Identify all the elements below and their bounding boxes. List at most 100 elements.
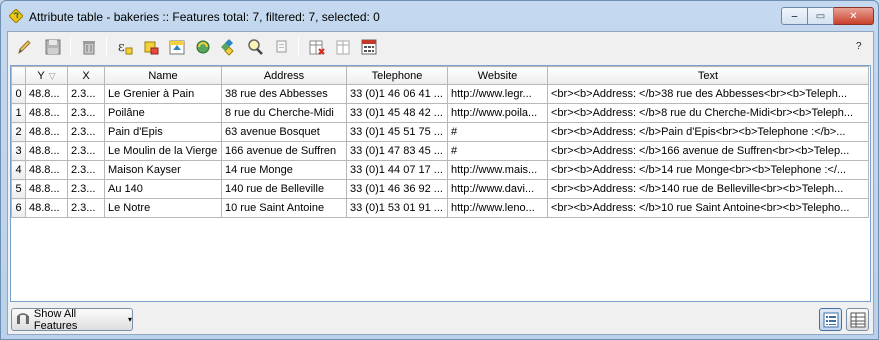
cell-text[interactable]: <br><b>Address: </b>38 rue des Abbesses<… bbox=[547, 84, 869, 104]
cell-y[interactable]: 48.8... bbox=[25, 103, 68, 123]
table-row[interactable]: 1 48.8... 2.3... Poilâne 8 rue du Cherche-Mi… bbox=[11, 103, 869, 123]
cell-text[interactable]: <br><b>Address: </b>166 avenue de Suffre… bbox=[547, 141, 869, 161]
chevron-down-icon: ▾ bbox=[127, 315, 132, 324]
cell-website[interactable]: http://www.leno... bbox=[447, 198, 548, 218]
feature-filter-dropdown[interactable]: Show All Features ▾ bbox=[11, 308, 133, 332]
cell-y[interactable]: 48.8... bbox=[25, 84, 68, 104]
cell-y[interactable]: 48.8... bbox=[25, 141, 68, 161]
invert-selection-button[interactable] bbox=[191, 35, 215, 59]
cell-website[interactable]: # bbox=[447, 122, 548, 142]
column-header-website[interactable]: Website bbox=[447, 66, 548, 85]
close-button[interactable]: ✕ bbox=[834, 7, 874, 25]
cell-telephone[interactable]: 33 (0)1 47 83 45 ... bbox=[346, 141, 448, 161]
cell-name[interactable]: Maison Kayser bbox=[104, 160, 222, 180]
table-row[interactable]: 2 48.8... 2.3... Pain d'Epis 63 avenue Bosqu… bbox=[11, 122, 869, 142]
maximize-button[interactable]: ▭ bbox=[808, 7, 834, 25]
table-row[interactable]: 4 48.8... 2.3... Maison Kayser 14 rue Monge 3… bbox=[11, 160, 869, 180]
row-header[interactable]: 4 bbox=[11, 160, 26, 180]
corner-cell[interactable] bbox=[11, 66, 26, 85]
field-calculator-button[interactable] bbox=[357, 35, 381, 59]
cell-address[interactable]: 10 rue Saint Antoine bbox=[221, 198, 347, 218]
delete-selected-button[interactable] bbox=[77, 35, 101, 59]
copy-rows-button[interactable] bbox=[269, 35, 293, 59]
table-row[interactable]: 3 48.8... 2.3... Le Moulin de la Vierge 166 … bbox=[11, 141, 869, 161]
column-header-x[interactable]: X bbox=[67, 66, 105, 85]
row-header[interactable]: 1 bbox=[11, 103, 26, 123]
close-icon: ✕ bbox=[849, 10, 858, 22]
delete-column-button[interactable] bbox=[305, 35, 329, 59]
cell-x[interactable]: 2.3... bbox=[67, 84, 105, 104]
table-row[interactable]: 6 48.8... 2.3... Le Notre 10 rue Saint Antoi… bbox=[11, 198, 869, 218]
toolbar-separator bbox=[70, 37, 71, 57]
cell-text[interactable]: <br><b>Address: </b>Pain d'Epis<br><b>Te… bbox=[547, 122, 869, 142]
row-header[interactable]: 6 bbox=[11, 198, 26, 218]
cell-address[interactable]: 140 rue de Belleville bbox=[221, 179, 347, 199]
cell-telephone[interactable]: 33 (0)1 46 36 92 ... bbox=[346, 179, 448, 199]
toggle-editing-button[interactable] bbox=[12, 35, 36, 59]
move-selection-top-icon bbox=[169, 40, 185, 55]
cell-address[interactable]: 8 rue du Cherche-Midi bbox=[221, 103, 347, 123]
table-view-icon bbox=[850, 312, 865, 327]
column-header-name[interactable]: Name bbox=[104, 66, 222, 85]
cell-website[interactable]: http://www.mais... bbox=[447, 160, 548, 180]
minimize-button[interactable]: ‒ bbox=[781, 7, 808, 25]
column-header-y[interactable]: Y ▽ bbox=[25, 66, 68, 85]
cell-telephone[interactable]: 33 (0)1 53 01 91 ... bbox=[346, 198, 448, 218]
cell-telephone[interactable]: 33 (0)1 45 48 42 ... bbox=[346, 103, 448, 123]
cell-name[interactable]: Le Grenier à Pain bbox=[104, 84, 222, 104]
new-column-icon bbox=[336, 40, 350, 55]
table-row[interactable]: 0 48.8... 2.3... Le Grenier à Pain 38 rue de… bbox=[11, 84, 869, 104]
cell-x[interactable]: 2.3... bbox=[67, 198, 105, 218]
new-column-button[interactable] bbox=[331, 35, 355, 59]
column-header-address[interactable]: Address bbox=[221, 66, 347, 85]
cell-telephone[interactable]: 33 (0)1 46 06 41 ... bbox=[346, 84, 448, 104]
select-by-expression-button[interactable]: ε bbox=[113, 35, 137, 59]
attribute-table[interactable]: Y ▽ X Name Address Telephone Website Text… bbox=[10, 65, 871, 302]
form-view-button[interactable] bbox=[819, 308, 842, 331]
cell-address[interactable]: 63 avenue Bosquet bbox=[221, 122, 347, 142]
help-button[interactable]: ? bbox=[856, 41, 862, 52]
cell-address[interactable]: 14 rue Monge bbox=[221, 160, 347, 180]
table-view-button[interactable] bbox=[846, 308, 869, 331]
cell-name[interactable]: Pain d'Epis bbox=[104, 122, 222, 142]
cell-text[interactable]: <br><b>Address: </b>14 rue Monge<br><b>T… bbox=[547, 160, 869, 180]
bottom-bar: Show All Features ▾ bbox=[8, 305, 873, 335]
row-header[interactable]: 0 bbox=[11, 84, 26, 104]
cell-website[interactable]: http://www.poila... bbox=[447, 103, 548, 123]
cell-y[interactable]: 48.8... bbox=[25, 179, 68, 199]
cell-website[interactable]: http://www.legr... bbox=[447, 84, 548, 104]
cell-y[interactable]: 48.8... bbox=[25, 122, 68, 142]
cell-text[interactable]: <br><b>Address: </b>8 rue du Cherche-Mid… bbox=[547, 103, 869, 123]
row-header[interactable]: 2 bbox=[11, 122, 26, 142]
zoom-to-selection-button[interactable] bbox=[243, 35, 267, 59]
cell-address[interactable]: 166 avenue de Suffren bbox=[221, 141, 347, 161]
cell-text[interactable]: <br><b>Address: </b>10 rue Saint Antoine… bbox=[547, 198, 869, 218]
deselect-all-button[interactable] bbox=[139, 35, 163, 59]
row-header[interactable]: 3 bbox=[11, 141, 26, 161]
cell-y[interactable]: 48.8... bbox=[25, 198, 68, 218]
cell-address[interactable]: 38 rue des Abbesses bbox=[221, 84, 347, 104]
cell-x[interactable]: 2.3... bbox=[67, 141, 105, 161]
cell-name[interactable]: Au 140 bbox=[104, 179, 222, 199]
cell-x[interactable]: 2.3... bbox=[67, 179, 105, 199]
column-header-text[interactable]: Text bbox=[547, 66, 869, 85]
cell-y[interactable]: 48.8... bbox=[25, 160, 68, 180]
cell-telephone[interactable]: 33 (0)1 44 07 17 ... bbox=[346, 160, 448, 180]
cell-x[interactable]: 2.3... bbox=[67, 122, 105, 142]
save-edits-button[interactable] bbox=[41, 35, 65, 59]
cell-text[interactable]: <br><b>Address: </b>140 rue de Bellevill… bbox=[547, 179, 869, 199]
cell-website[interactable]: http://www.davi... bbox=[447, 179, 548, 199]
cell-x[interactable]: 2.3... bbox=[67, 160, 105, 180]
cell-telephone[interactable]: 33 (0)1 45 51 75 ... bbox=[346, 122, 448, 142]
table-row[interactable]: 5 48.8... 2.3... Au 140 140 rue de Bellevill… bbox=[11, 179, 869, 199]
column-header-telephone[interactable]: Telephone bbox=[346, 66, 448, 85]
move-selection-top-button[interactable] bbox=[165, 35, 189, 59]
cell-x[interactable]: 2.3... bbox=[67, 103, 105, 123]
pan-to-selection-button[interactable] bbox=[217, 35, 241, 59]
cell-website[interactable]: # bbox=[447, 141, 548, 161]
cell-name[interactable]: Le Notre bbox=[104, 198, 222, 218]
row-header[interactable]: 5 bbox=[11, 179, 26, 199]
toolbar-separator bbox=[298, 37, 299, 57]
cell-name[interactable]: Poilâne bbox=[104, 103, 222, 123]
cell-name[interactable]: Le Moulin de la Vierge bbox=[104, 141, 222, 161]
